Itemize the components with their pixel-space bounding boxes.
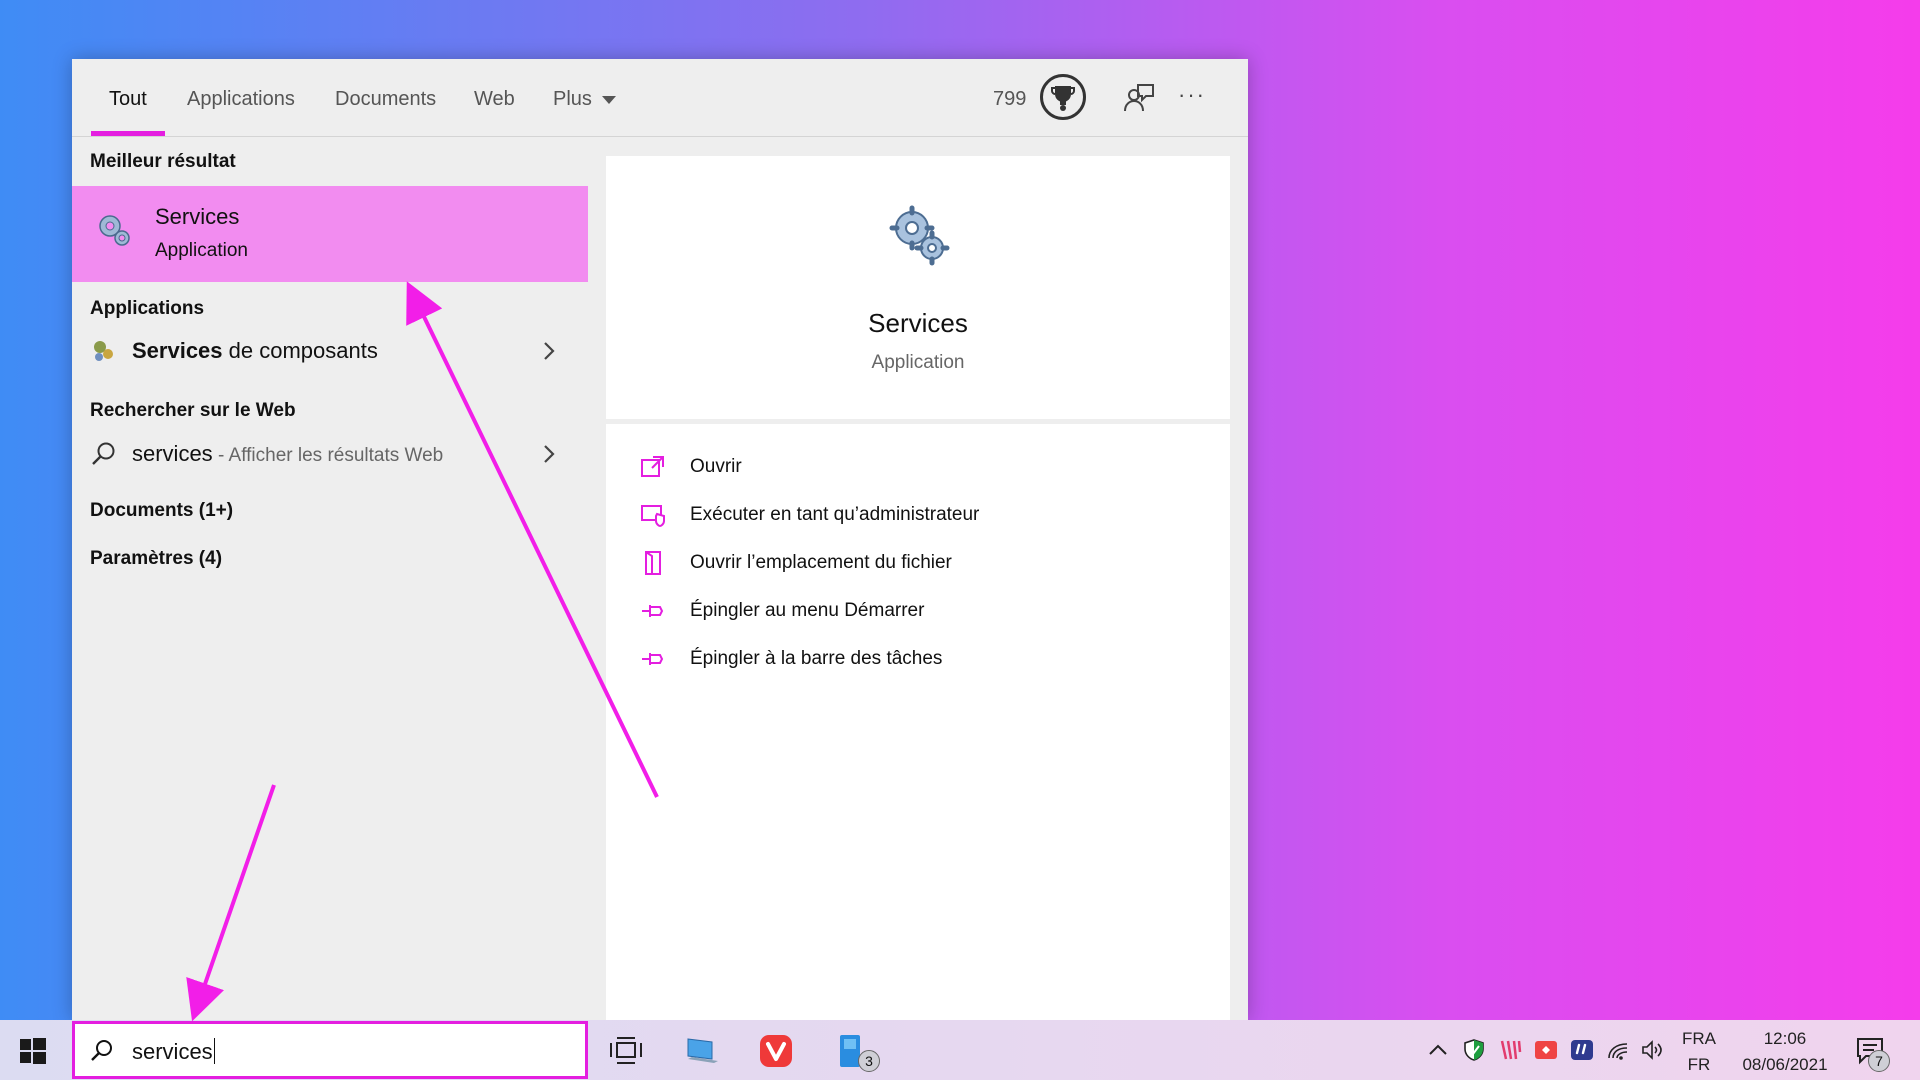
tab-documents[interactable]: Documents: [335, 59, 436, 137]
filter-tab-bar: Tout Applications Documents Web Plus 799: [72, 59, 1248, 137]
action-run-as-admin[interactable]: Exécuter en tant qu’administrateur: [640, 498, 1200, 534]
app-tray-icon[interactable]: [1498, 1038, 1522, 1062]
action-pin-taskbar-label: Épingler à la barre des tâches: [690, 648, 943, 669]
tab-tout[interactable]: Tout: [109, 59, 147, 137]
action-pin-start[interactable]: Épingler au menu Démarrer: [640, 594, 1200, 630]
web-search-query: services: [132, 441, 213, 466]
action-open-file-location-label: Ouvrir l’emplacement du fichier: [690, 552, 952, 573]
taskbar-search-box[interactable]: services: [72, 1021, 588, 1079]
list-item-web-search[interactable]: services - Afficher les résultats Web: [72, 432, 588, 478]
action-pin-taskbar[interactable]: Épingler à la barre des tâches: [640, 642, 1200, 678]
search-icon: [90, 440, 118, 468]
wifi-icon[interactable]: [1606, 1038, 1630, 1062]
preview-title: Services: [868, 308, 968, 338]
chat-app-icon[interactable]: [1570, 1038, 1594, 1062]
rewards-points: 799: [993, 88, 1027, 110]
documents-category[interactable]: Documents (1+): [90, 500, 233, 522]
notification-badge: 7: [1868, 1050, 1890, 1072]
keyboard-layout: FR: [1687, 1055, 1711, 1074]
system-clock[interactable]: 12:06 08/06/2021: [1730, 1026, 1840, 1078]
preview-subtitle: Application: [871, 352, 965, 373]
search-input[interactable]: services: [132, 1038, 215, 1065]
pin-icon: [640, 646, 666, 672]
best-result-name: Services: [155, 204, 240, 229]
component-services-icon: [90, 337, 118, 365]
settings-category[interactable]: Paramètres (4): [90, 548, 222, 570]
volume-icon[interactable]: [1640, 1038, 1664, 1062]
best-result-type: Application: [155, 240, 248, 261]
text-cursor: [213, 1038, 215, 1064]
language-indicator[interactable]: FRA FR: [1682, 1026, 1716, 1078]
results-list: Meilleur résultat Services Application A…: [72, 138, 588, 1020]
services-gear-icon: [886, 204, 950, 268]
task-view-icon[interactable]: [608, 1033, 644, 1069]
more-options-icon[interactable]: ···: [1172, 77, 1212, 117]
active-tab-indicator: [91, 131, 165, 136]
search-input-value: services: [132, 1039, 213, 1064]
chevron-right-icon[interactable]: [538, 443, 560, 465]
taskbar: services 3 FRA FR 12:06 08/06/2021 7: [0, 1020, 1920, 1080]
vivaldi-browser-icon[interactable]: [758, 1033, 794, 1069]
run-as-admin-icon: [640, 502, 666, 528]
preview-actions: Ouvrir Exécuter en tant qu’administrateu…: [606, 424, 1230, 1020]
action-open-file-location[interactable]: Ouvrir l’emplacement du fichier: [640, 546, 1200, 582]
shield-icon[interactable]: [1462, 1038, 1486, 1062]
tab-applications[interactable]: Applications: [187, 59, 295, 137]
best-result-item[interactable]: Services Application: [72, 186, 588, 282]
web-search-label: services - Afficher les résultats Web: [132, 441, 443, 467]
clock-date: 08/06/2021: [1742, 1055, 1828, 1074]
component-services-match: Services: [132, 338, 223, 363]
language-code: FRA: [1682, 1029, 1716, 1048]
tab-web[interactable]: Web: [474, 59, 515, 137]
action-open-label: Ouvrir: [690, 456, 742, 477]
action-pin-start-label: Épingler au menu Démarrer: [690, 600, 925, 621]
action-run-as-admin-label: Exécuter en tant qu’administrateur: [690, 504, 980, 525]
component-services-label: Services de composants: [132, 338, 378, 364]
windows-start-icon[interactable]: [18, 1036, 48, 1066]
this-pc-icon[interactable]: [684, 1033, 720, 1069]
screen-recorder-icon[interactable]: [1534, 1038, 1558, 1062]
best-result-heading: Meilleur résultat: [90, 151, 236, 172]
search-panel: Tout Applications Documents Web Plus 799: [72, 59, 1248, 1020]
trophy-icon[interactable]: [1040, 74, 1086, 120]
preview-header: Services Application: [606, 156, 1230, 419]
web-search-suffix: - Afficher les résultats Web: [212, 445, 444, 466]
pin-icon: [640, 598, 666, 624]
component-services-rest: de composants: [222, 338, 378, 363]
chevron-up-icon[interactable]: [1426, 1038, 1450, 1062]
chevron-down-icon: [601, 95, 616, 104]
chevron-right-icon[interactable]: [538, 340, 560, 362]
tab-plus-label: Plus: [553, 88, 592, 110]
store-badge: 3: [858, 1050, 880, 1072]
feedback-icon[interactable]: [1122, 81, 1156, 115]
web-search-heading: Rechercher sur le Web: [90, 400, 296, 421]
list-item-component-services[interactable]: Services de composants: [72, 329, 588, 375]
file-location-icon: [640, 550, 666, 576]
open-icon: [640, 454, 666, 480]
tab-plus[interactable]: Plus: [553, 59, 616, 137]
clock-time: 12:06: [1763, 1029, 1807, 1048]
services-gear-icon: [94, 210, 134, 250]
applications-heading: Applications: [90, 298, 205, 319]
search-icon: [89, 1038, 115, 1064]
action-open[interactable]: Ouvrir: [640, 450, 1200, 486]
